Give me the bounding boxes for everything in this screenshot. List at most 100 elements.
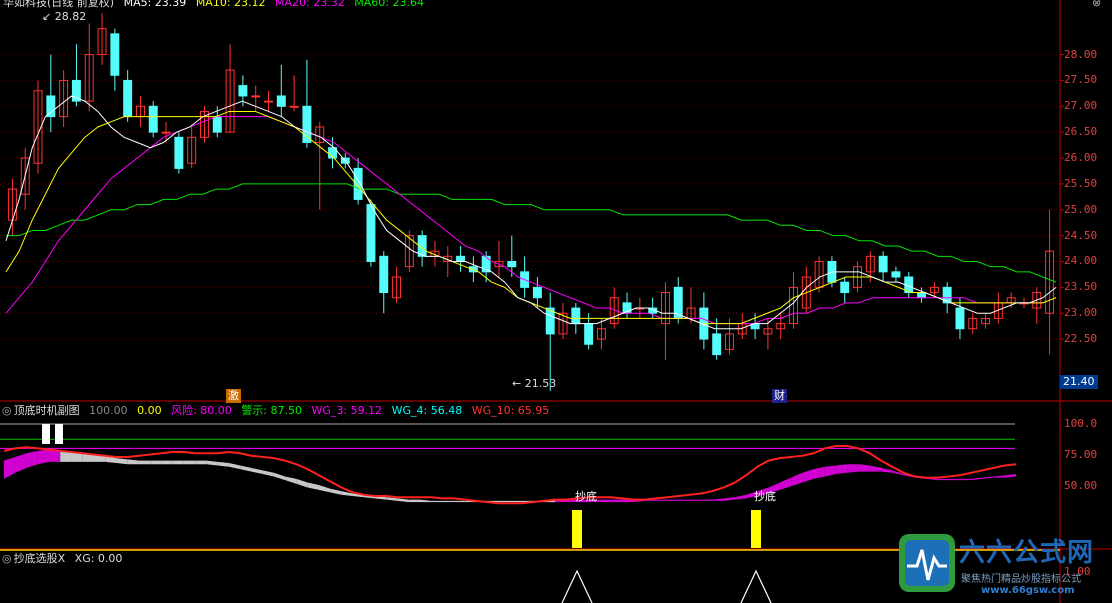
indicator-band <box>127 459 139 465</box>
price-axis-label: 22.50 <box>1064 332 1098 346</box>
indicator-band <box>510 500 522 503</box>
price-axis-label: 28.00 <box>1064 47 1098 61</box>
ma10-value: MA10: 23.12 <box>195 0 266 9</box>
candle-body <box>571 307 581 325</box>
indicator-band <box>240 465 252 472</box>
site-watermark: 六六公式网 聚焦热门精品炒股指标公式 www.66gsw.com <box>897 530 1112 603</box>
indicator-wg10: WG_10: 65.95 <box>471 404 550 417</box>
candle-body <box>891 271 901 278</box>
indicator-band <box>498 500 510 503</box>
indicator-band <box>206 460 218 466</box>
top-signal-bar <box>55 424 63 444</box>
candle-body <box>584 323 594 345</box>
candle-body <box>123 79 133 118</box>
indicator-band <box>37 449 49 465</box>
indicator-band <box>712 498 724 501</box>
candle-body <box>379 255 389 294</box>
ma10-line <box>5 110 1057 325</box>
indicator-band <box>453 500 466 503</box>
indicator-band <box>397 498 409 503</box>
indicator-v2: 0.00 <box>137 404 162 417</box>
indicator-name[interactable]: 顶底时机副图 <box>14 404 80 417</box>
indicator-band <box>228 463 241 470</box>
indicator-band <box>836 464 848 475</box>
indicator-band <box>678 499 690 501</box>
indicator-band <box>779 477 792 490</box>
indicator-band <box>689 499 702 501</box>
xg-signal-peak <box>561 569 593 603</box>
ma60-line <box>6 183 1057 283</box>
price-axis-label: 26.50 <box>1064 125 1098 139</box>
indicator-axis-100: 100.0 <box>1064 417 1098 430</box>
candle-body <box>276 95 286 107</box>
price-axis-label: 27.00 <box>1064 99 1098 113</box>
buy-signal-bar <box>572 510 582 548</box>
ma20-value: MA20: 23.32 <box>275 0 345 9</box>
price-axis-label: 25.50 <box>1064 176 1098 190</box>
candle-body <box>366 204 376 262</box>
indicator-axis-50: 50.00 <box>1064 479 1098 492</box>
top-signal-bar <box>42 424 50 444</box>
chart-canvas <box>0 0 1112 603</box>
indicator-band <box>138 460 151 465</box>
indicator-band <box>296 478 308 488</box>
indicator-band <box>442 500 454 503</box>
candle-body <box>712 333 722 356</box>
watermark-url[interactable]: www.66gsw.com <box>981 585 1075 596</box>
buy-signal-bar <box>751 510 761 548</box>
indicator-band <box>161 460 173 465</box>
indicator-band <box>791 472 803 487</box>
indicator-band <box>948 478 960 481</box>
indicator-band <box>959 478 972 481</box>
indicator-band <box>150 460 162 465</box>
indicator-band <box>195 460 207 465</box>
indicator-band <box>993 475 1005 478</box>
ma20-line <box>5 116 1057 325</box>
buy-signal-label: 抄底 <box>575 490 597 503</box>
candle-body <box>46 95 56 118</box>
candle-body <box>161 131 171 134</box>
candle-body <box>238 85 248 97</box>
indicator-band <box>1004 474 1016 478</box>
price-axis-label: 26.00 <box>1064 151 1098 165</box>
xg-name[interactable]: 抄底选股X <box>14 552 66 565</box>
indicator-warn: 警示: 87.50 <box>241 404 303 417</box>
indicator-axis-75: 75.00 <box>1064 448 1098 461</box>
price-axis-label: 24.50 <box>1064 228 1098 242</box>
candle-body <box>840 281 850 294</box>
indicator-band <box>116 458 128 465</box>
indicator-band <box>15 453 27 473</box>
candle-body <box>456 255 466 262</box>
current-price-tag: 21.40 <box>1060 375 1098 389</box>
watermark-subtitle: 聚焦热门精品炒股指标公式 <box>961 574 1081 585</box>
indicator-band <box>937 478 949 481</box>
event-marker-ji[interactable]: 激 <box>226 389 241 403</box>
indicator-band <box>307 482 319 490</box>
collapse-icon[interactable]: ◎ <box>2 552 12 565</box>
candle-body <box>174 136 184 169</box>
window-close-icon[interactable]: ⊗ <box>1092 0 1101 10</box>
xg-value: XG: 0.00 <box>74 552 123 565</box>
indicator-band <box>217 461 229 467</box>
ma5-value: MA5: 23.39 <box>123 0 187 9</box>
stock-title[interactable]: 华如科技(日线 前复权) <box>3 0 114 9</box>
indicator-band <box>802 469 814 483</box>
indicator-band <box>285 476 297 484</box>
indicator-wg4: WG_4: 56.48 <box>391 404 463 417</box>
high-price-label: ↙ 28.82 <box>42 10 87 23</box>
ma60-value: MA60: 23.64 <box>354 0 424 9</box>
price-axis-label: 23.50 <box>1064 280 1098 294</box>
buy-signal-label: 抄底 <box>754 490 776 503</box>
indicator-band <box>869 465 882 472</box>
indicator-band <box>420 499 432 503</box>
low-price-label: ← 21.53 <box>512 377 557 390</box>
event-marker-cai[interactable]: 财 <box>772 389 787 403</box>
candle-body <box>289 105 299 108</box>
candle-body <box>532 286 542 299</box>
indicator-band <box>824 465 837 477</box>
indicator-risk: 风险: 80.00 <box>171 404 232 417</box>
indicator-header: ◎ 顶底时机副图 100.00 0.00 风险: 80.00 警示: 87.50 … <box>2 404 555 418</box>
indicator-band <box>656 499 668 501</box>
collapse-icon[interactable]: ◎ <box>2 404 12 417</box>
indicator-band <box>982 476 994 479</box>
